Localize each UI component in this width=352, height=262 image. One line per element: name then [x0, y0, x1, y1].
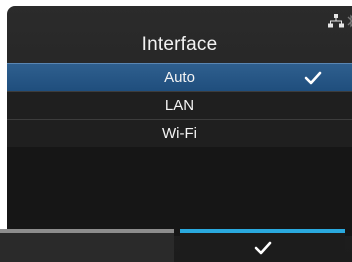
interface-options-list: Auto LAN Wi-Fi: [7, 63, 352, 147]
interface-menu-panel: Interface Auto LAN Wi-Fi: [7, 6, 352, 262]
printer-screen: Interface Auto LAN Wi-Fi: [0, 0, 352, 262]
check-icon: [304, 71, 322, 85]
option-label: Wi-Fi: [162, 125, 197, 142]
back-button[interactable]: [0, 229, 174, 262]
option-label: Auto: [164, 69, 195, 86]
option-label: LAN: [164, 97, 195, 114]
network-icon: [328, 14, 344, 28]
page-title: Interface: [141, 34, 218, 55]
list-empty-area: [7, 147, 352, 236]
bluetooth-icon: [347, 14, 352, 28]
option-auto[interactable]: Auto: [7, 63, 352, 91]
option-lan[interactable]: LAN: [7, 91, 352, 119]
check-icon: [254, 241, 272, 255]
confirm-button[interactable]: [180, 229, 345, 262]
option-wifi[interactable]: Wi-Fi: [7, 119, 352, 147]
